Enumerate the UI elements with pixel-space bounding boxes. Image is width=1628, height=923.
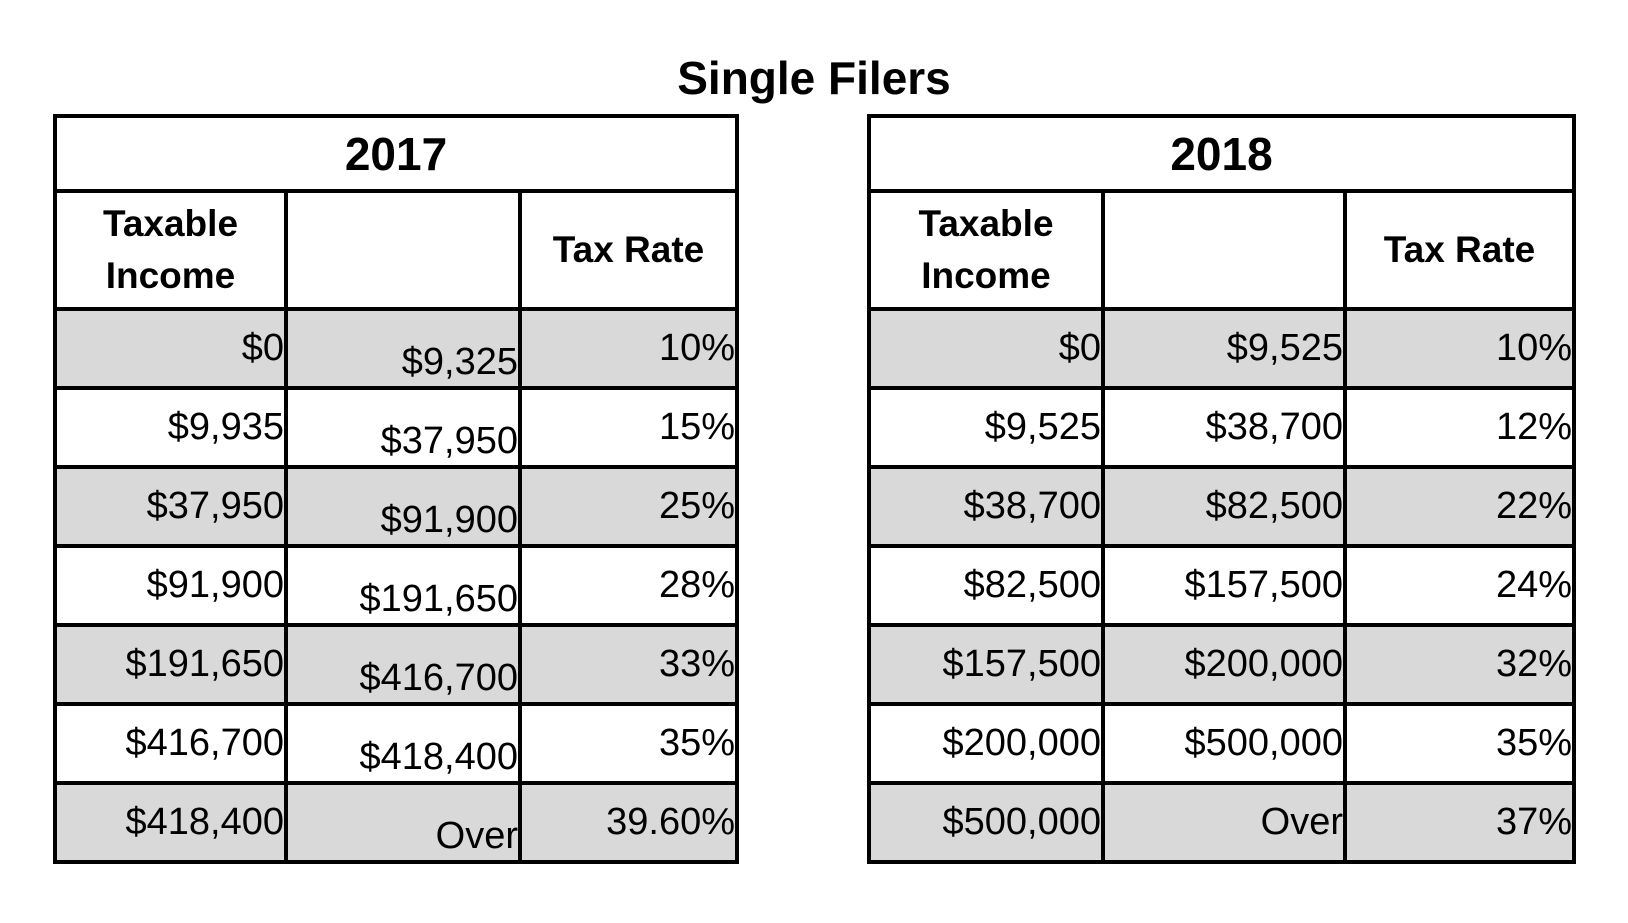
column-header-upper-bound: [284, 189, 522, 311]
tax-rate-cell: 10%: [1342, 307, 1577, 390]
table-year-header: 2018: [866, 114, 1577, 193]
bracket-lower-cell: $418,400: [53, 781, 288, 864]
tax-rate-cell: 24%: [1342, 544, 1577, 627]
bracket-upper-cell: $82,500: [1101, 465, 1347, 548]
tax-rate-cell: 22%: [1342, 465, 1577, 548]
table-year-header: 2017: [52, 114, 740, 193]
bracket-lower-cell: $500,000: [867, 781, 1105, 864]
bracket-upper-cell: $38,700: [1101, 386, 1347, 469]
bracket-lower-cell: $9,935: [53, 386, 288, 469]
bracket-upper-cell: $157,500: [1101, 544, 1347, 627]
table-row: $191,650 $416,700 33%: [53, 623, 740, 706]
bracket-upper-cell: $191,650: [284, 544, 522, 627]
column-header-tax-rate: Tax Rate: [1342, 189, 1577, 311]
column-header-taxable-income: Taxable Income: [53, 189, 288, 311]
tax-rate-cell: 39.60%: [517, 781, 740, 864]
bracket-lower-cell: $0: [53, 307, 288, 390]
table-row: $91,900 $191,650 28%: [53, 544, 740, 627]
table-row: $9,525 $38,700 12%: [867, 386, 1577, 469]
bracket-upper-cell: $200,000: [1101, 623, 1347, 706]
tax-rate-cell: 35%: [517, 702, 740, 785]
tax-rate-cell: 32%: [1342, 623, 1577, 706]
page-title: Single Filers: [677, 52, 951, 104]
column-header-upper-bound: [1101, 189, 1347, 311]
table-body: $0 $9,325 10% $9,935 $37,950 15% $37,950 $91,90…: [53, 307, 740, 864]
tax-rate-cell: 12%: [1342, 386, 1577, 469]
bracket-lower-cell: $9,525: [867, 386, 1105, 469]
bracket-lower-cell: $0: [867, 307, 1105, 390]
table-row: $157,500 $200,000 32%: [867, 623, 1577, 706]
tax-rate-cell: 15%: [517, 386, 740, 469]
table-row: $416,700 $418,400 35%: [53, 702, 740, 785]
bracket-upper-cell: $418,400: [284, 702, 522, 785]
table-body: $0 $9,525 10% $9,525 $38,700 12% $38,700 $82,50…: [867, 307, 1577, 864]
bracket-upper-cell: $416,700: [284, 623, 522, 706]
tax-rate-cell: 25%: [517, 465, 740, 548]
tax-rate-cell: 33%: [517, 623, 740, 706]
bracket-lower-cell: $82,500: [867, 544, 1105, 627]
table-row: $9,935 $37,950 15%: [53, 386, 740, 469]
tax-table-2018: 2018 Taxable Income Tax Rate $0 $9,525 10%…: [866, 114, 1577, 864]
tax-rate-cell: 10%: [517, 307, 740, 390]
table-row: $200,000 $500,000 35%: [867, 702, 1577, 785]
bracket-upper-cell: Over: [1101, 781, 1347, 864]
bracket-upper-cell: $9,525: [1101, 307, 1347, 390]
table-row: $82,500 $157,500 24%: [867, 544, 1577, 627]
table-row: $0 $9,325 10%: [53, 307, 740, 390]
bracket-lower-cell: $38,700: [867, 465, 1105, 548]
tax-rate-cell: 35%: [1342, 702, 1577, 785]
table-row: $500,000 Over 37%: [867, 781, 1577, 864]
table-row: $418,400 Over 39.60%: [53, 781, 740, 864]
bracket-lower-cell: $191,650: [53, 623, 288, 706]
bracket-lower-cell: $416,700: [53, 702, 288, 785]
table-row: $38,700 $82,500 22%: [867, 465, 1577, 548]
bracket-lower-cell: $157,500: [867, 623, 1105, 706]
tax-rate-cell: 37%: [1342, 781, 1577, 864]
table-row: $37,950 $91,900 25%: [53, 465, 740, 548]
column-header-tax-rate: Tax Rate: [517, 189, 740, 311]
bracket-upper-cell: $91,900: [284, 465, 522, 548]
tax-table-2017: 2017 Taxable Income Tax Rate $0 $9,325 10%…: [52, 114, 740, 864]
bracket-upper-cell: $37,950: [284, 386, 522, 469]
column-header-taxable-income: Taxable Income: [867, 189, 1105, 311]
bracket-upper-cell: Over: [284, 781, 522, 864]
bracket-lower-cell: $37,950: [53, 465, 288, 548]
bracket-lower-cell: $91,900: [53, 544, 288, 627]
bracket-lower-cell: $200,000: [867, 702, 1105, 785]
bracket-upper-cell: $9,325: [284, 307, 522, 390]
tax-rate-cell: 28%: [517, 544, 740, 627]
table-row: $0 $9,525 10%: [867, 307, 1577, 390]
bracket-upper-cell: $500,000: [1101, 702, 1347, 785]
